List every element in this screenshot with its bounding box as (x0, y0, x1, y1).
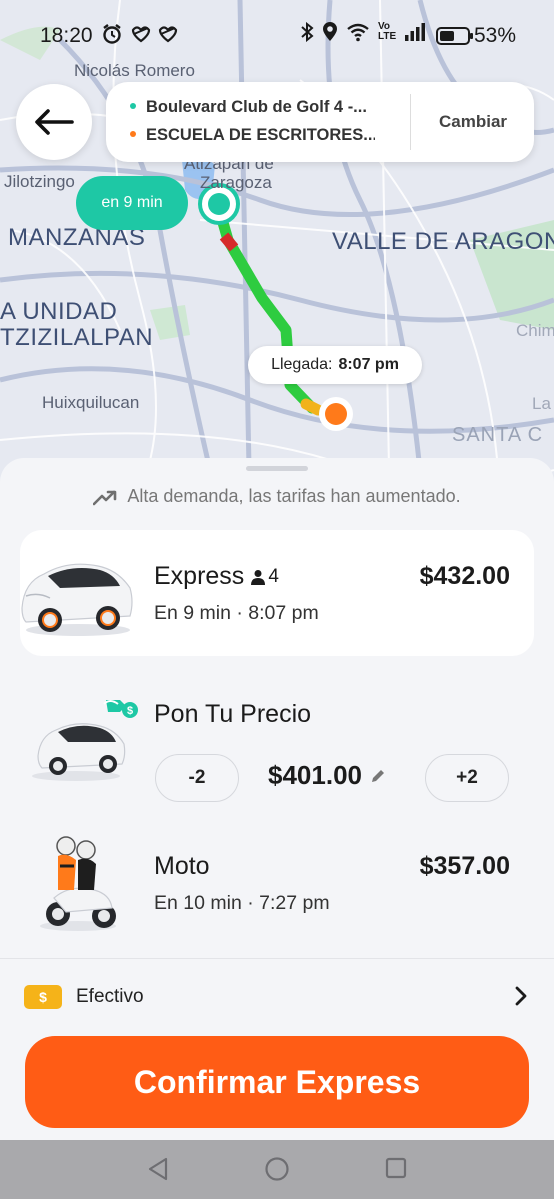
map-label: SANTA C (452, 424, 544, 446)
status-time: 18:20 (40, 24, 93, 47)
back-button[interactable] (16, 84, 92, 160)
battery-percent: 53% (474, 24, 517, 47)
payment-method-row[interactable]: $ Efectivo (0, 958, 554, 1036)
map-label: A UNIDAD (0, 298, 118, 325)
map[interactable]: Nicolás Romero Jilotzingo Atizapán de Za… (0, 0, 554, 520)
cash-icon: $ (24, 985, 62, 1009)
volte-icon: Vo LTE (378, 22, 396, 42)
map-label: Jilotzingo (4, 172, 75, 191)
moto-name-text: Moto (154, 852, 210, 880)
svg-text:$: $ (127, 705, 133, 717)
express-seats-count: 4 (268, 565, 279, 587)
moto-eta: En 10 min · 7:27 pm (154, 892, 330, 914)
nav-home-icon[interactable] (264, 1156, 290, 1182)
arrival-pill: Llegada: 8:07 pm (248, 346, 422, 384)
alarm-icon (103, 24, 178, 44)
battery: 53% (436, 24, 516, 48)
route-destination[interactable]: ESCUELA DE ESCRITORES... (130, 126, 375, 145)
bluetooth-icon (301, 22, 314, 42)
moto-name: Moto (154, 852, 210, 881)
map-label: Chim (516, 321, 554, 340)
route-destination-text: ESCUELA DE ESCRITORES... (146, 126, 375, 144)
map-label: La (532, 394, 551, 413)
battery-icon (436, 27, 473, 45)
change-route-button[interactable]: Cambiar (412, 82, 534, 162)
confirm-express-button[interactable]: Confirmar Express (25, 1036, 529, 1128)
wifi-icon (347, 23, 369, 42)
express-car-image (21, 563, 133, 636)
arrival-time: 8:07 pm (338, 356, 399, 373)
signal-icon (405, 23, 426, 41)
demand-notice: Alta demanda, las tarifas han aumentado. (0, 486, 554, 507)
status-left-icons (102, 24, 184, 49)
sheet-drag-handle[interactable] (246, 466, 308, 471)
express-name-text: Express (154, 562, 245, 590)
demand-notice-text: Alta demanda, las tarifas han aumentado. (127, 486, 461, 506)
status-right-icons: Vo LTE (300, 22, 426, 42)
increase-price-button[interactable]: +2 (425, 754, 509, 802)
pon-tu-precio-price[interactable]: $401.00 (268, 760, 386, 791)
trending-up-icon (93, 490, 117, 505)
ride-options-sheet: Alta demanda, las tarifas han aumentado.… (0, 458, 554, 1140)
pon-tu-precio-car-image: $ (32, 700, 138, 781)
route-card[interactable]: Boulevard Club de Golf 4 -... ESCUELA DE… (106, 82, 534, 162)
location-icon (323, 22, 337, 41)
cash-icon-text: $ (39, 989, 47, 1005)
volte-bottom: LTE (378, 31, 397, 42)
map-label: Huixquilucan (42, 393, 140, 412)
pon-tu-precio-name: Pon Tu Precio (154, 700, 312, 728)
moto-image (40, 836, 116, 931)
nav-recents-icon[interactable] (384, 1156, 408, 1180)
chevron-right-icon (515, 986, 527, 1006)
battery-fill (440, 31, 454, 41)
decrease-price-button[interactable]: -2 (155, 754, 239, 802)
route-origin-text: Boulevard Club de Golf 4 -... (146, 98, 367, 116)
ride-option-pon-tu-precio[interactable]: $ Pon Tu Precio -2 $401.00 +2 (20, 680, 534, 810)
express-eta: En 9 min · 8:07 pm (154, 602, 319, 624)
divider (410, 94, 411, 150)
moto-price: $357.00 (419, 852, 510, 880)
pencil-icon[interactable] (370, 768, 386, 784)
back-arrow-icon (35, 109, 74, 135)
ride-option-moto[interactable]: Moto En 10 min · 7:27 pm $357.00 (20, 820, 534, 946)
route-origin[interactable]: Boulevard Club de Golf 4 -... (130, 98, 375, 117)
arrival-label: Llegada: (271, 356, 333, 373)
map-label: Zaragoza (200, 173, 272, 192)
handshake-money-icon: $ (103, 700, 138, 718)
express-price: $432.00 (419, 562, 510, 590)
express-name: Express 4 (154, 562, 279, 591)
eta-pill: en 9 min (76, 176, 188, 230)
status-bar: 18:20 Vo LTE 53% (0, 0, 554, 70)
pon-tu-precio-price-text: $401.00 (268, 760, 362, 790)
origin-dot-icon (130, 102, 136, 109)
traffic-segment (219, 232, 239, 252)
nav-back-icon[interactable] (146, 1156, 170, 1182)
ride-option-express[interactable]: Express 4 En 9 min · 8:07 pm $432.00 (20, 530, 534, 656)
system-navigation-bar (0, 1140, 554, 1199)
destination-dot-icon (130, 130, 136, 137)
person-icon (251, 569, 266, 585)
payment-method-label: Efectivo (76, 986, 144, 1007)
map-label: TZIZILALPAN (0, 324, 154, 351)
express-seats: 4 (250, 566, 279, 588)
map-label: VALLE DE ARAGON (332, 228, 554, 255)
